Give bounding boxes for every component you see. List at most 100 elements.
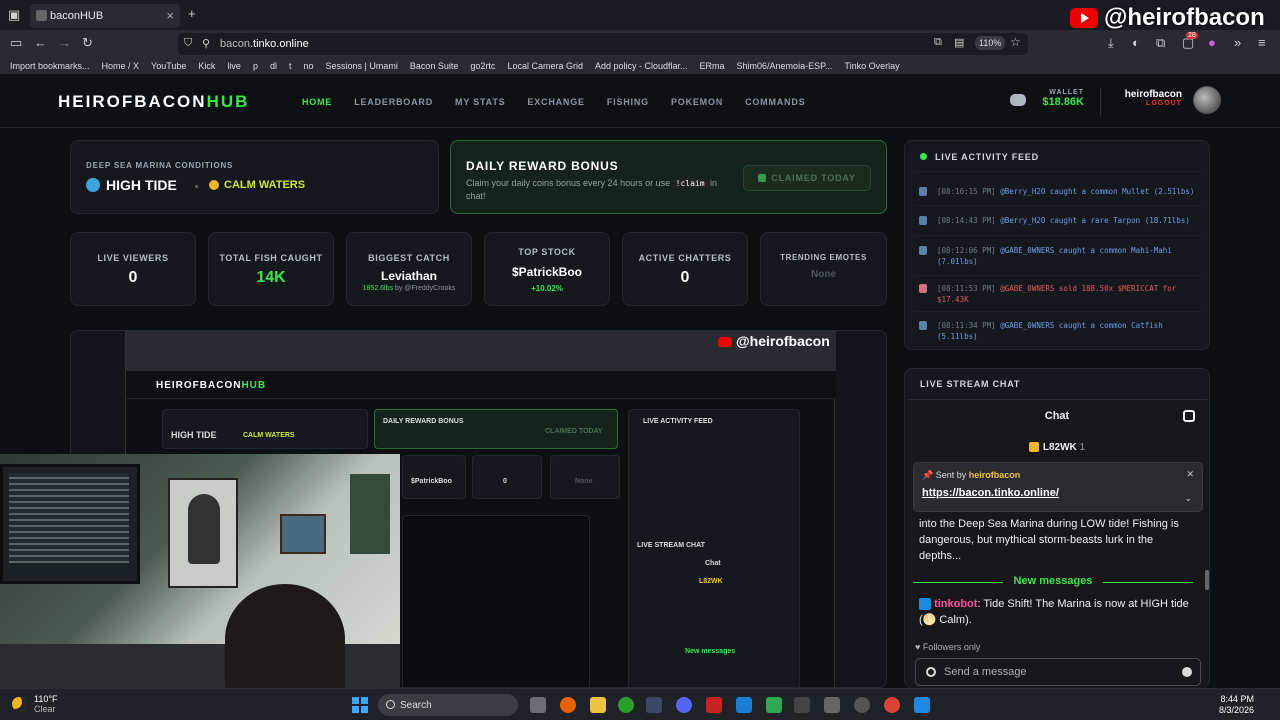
sidebar-toggle-icon[interactable]: ▭: [10, 35, 22, 51]
bookmark-folder[interactable]: p: [253, 61, 258, 71]
app-icon[interactable]: [706, 697, 722, 713]
nav-exchange[interactable]: EXCHANGE: [527, 97, 584, 107]
bookmark-item[interactable]: ERma: [700, 61, 725, 71]
nav-commands[interactable]: COMMANDS: [745, 97, 805, 107]
leaderboard-chip[interactable]: L82WK 1: [907, 442, 1207, 453]
temperature: 110°F: [34, 694, 58, 704]
nested-chat-title: LIVE STREAM CHAT: [637, 542, 705, 549]
xbox-icon[interactable]: [618, 697, 634, 713]
nav-pokemon[interactable]: POKEMON: [671, 97, 723, 107]
url-domain: tinko.online: [253, 38, 309, 50]
unpin-icon[interactable]: ✕: [1186, 469, 1194, 480]
stat-value: Leviathan: [380, 269, 437, 283]
bookmark-folder[interactable]: dl: [270, 61, 277, 71]
wallet: WALLET $18.86K: [1040, 89, 1084, 108]
chevron-down-icon[interactable]: ⌄: [1184, 493, 1192, 504]
steam-icon[interactable]: [646, 697, 662, 713]
stat-label: BIGGEST CATCH: [368, 253, 450, 263]
discord-icon[interactable]: [1010, 94, 1026, 106]
pinned-link[interactable]: https://bacon.tinko.online/: [922, 487, 1059, 499]
terminal-icon[interactable]: [794, 697, 810, 713]
close-tab-icon[interactable]: ×: [166, 8, 174, 23]
bookmark-item[interactable]: Bacon Suite: [410, 61, 459, 71]
nav-fishing[interactable]: FISHING: [607, 97, 649, 107]
webcam-picture-frame: [280, 514, 326, 554]
bookmark-item[interactable]: Home / X: [102, 61, 140, 71]
extensions-icon[interactable]: ⧉: [1156, 35, 1165, 51]
app-icon[interactable]: [824, 697, 840, 713]
new-messages-divider: New messages: [913, 575, 1193, 589]
play-app-icon[interactable]: [766, 697, 782, 713]
bookmark-item[interactable]: Shim06/Anemoia-ESP...: [737, 61, 833, 71]
youtube-logo-icon: [718, 337, 732, 348]
site-logo[interactable]: HEIROFBACONHUB: [58, 92, 249, 112]
menu-icon[interactable]: ≡: [1258, 35, 1266, 50]
webcam-monitor: [0, 464, 140, 584]
bookmark-item[interactable]: Kick: [198, 61, 215, 71]
avatar[interactable]: [1193, 86, 1221, 114]
stat-value: 14K: [256, 269, 286, 286]
nav-my-stats[interactable]: MY STATS: [455, 97, 505, 107]
users-icon[interactable]: [1183, 410, 1195, 422]
new-tab-icon[interactable]: +: [188, 6, 196, 21]
chat-scrollbar[interactable]: [1205, 570, 1209, 590]
task-view-icon[interactable]: [530, 697, 546, 713]
bookmark-folder[interactable]: no: [304, 61, 314, 71]
site-info-icon[interactable]: ⚲: [202, 37, 210, 50]
vscode-icon[interactable]: [736, 697, 752, 713]
stat-card: BIGGEST CATCH Leviathan 1852.6lbs by @Fr…: [346, 232, 472, 306]
taskbar-search[interactable]: Search: [378, 694, 518, 716]
address-bar[interactable]: ⛉ ⚲ bacon. tinko.online ⧉ ▤ 110% ☆: [178, 33, 1028, 55]
bookmark-folder[interactable]: live: [227, 61, 241, 71]
water-status: CALM WATERS: [209, 179, 305, 191]
browser-tab-baconhub[interactable]: baconHUB ×: [30, 4, 180, 28]
nested-top-stock: $PatrickBoo: [411, 478, 452, 485]
logout-link[interactable]: LOGOUT: [1110, 100, 1182, 107]
chat-input[interactable]: [944, 663, 1164, 681]
github-icon[interactable]: [854, 697, 870, 713]
bookmark-folder[interactable]: t: [289, 61, 292, 71]
notes-icon[interactable]: [914, 697, 930, 713]
windows-start-icon[interactable]: [352, 697, 368, 713]
zoom-level[interactable]: 110%: [975, 36, 1006, 50]
account-icon[interactable]: ◐: [1132, 35, 1140, 50]
bookmark-item[interactable]: Tinko Overlay: [844, 61, 899, 71]
send-message-box[interactable]: [915, 658, 1201, 686]
reload-icon[interactable]: ↻: [82, 35, 93, 51]
discord-app-icon[interactable]: [676, 697, 692, 713]
bookmark-item[interactable]: Add policy - Cloudflar...: [595, 61, 688, 71]
bookmark-item[interactable]: go2rtc: [470, 61, 495, 71]
downloads-icon[interactable]: ⤓: [1108, 35, 1114, 51]
forward-icon[interactable]: →: [58, 35, 71, 50]
profile-icon[interactable]: ●: [1208, 35, 1216, 50]
bookmark-star-icon[interactable]: ☆: [1010, 35, 1021, 49]
water-text: CALM WATERS: [224, 179, 306, 191]
nav-leaderboard[interactable]: LEADERBOARD: [354, 97, 433, 107]
system-clock[interactable]: 8:44 PM 8/3/2026: [1214, 694, 1254, 716]
claimed-today-button[interactable]: CLAIMED TODAY: [743, 165, 871, 191]
tide-status: HIGH TIDE: [86, 177, 177, 193]
nav-home[interactable]: HOME: [302, 97, 332, 107]
claim-command: !claim: [672, 179, 708, 188]
chrome-icon[interactable]: [884, 697, 900, 713]
bookmark-item[interactable]: Import bookmarks...: [10, 61, 90, 71]
tab-overview-icon[interactable]: ▣: [8, 7, 20, 23]
shield-icon[interactable]: ⛉: [184, 37, 192, 50]
weather-widget[interactable]: 110°F Clear: [12, 694, 57, 714]
screenshot-icon[interactable]: ⧉: [934, 36, 942, 49]
bookmark-item[interactable]: YouTube: [151, 61, 186, 71]
feed-time: [08:14:43 PM]: [937, 216, 996, 225]
bookmark-item[interactable]: Sessions | Umami: [326, 61, 398, 71]
back-icon[interactable]: ←: [34, 35, 47, 50]
claimed-label: CLAIMED TODAY: [771, 173, 856, 183]
new-messages-label: New messages: [913, 575, 1193, 587]
bookmark-item[interactable]: Local Camera Grid: [507, 61, 583, 71]
pinned-message[interactable]: 📌 Sent by heirofbacon https://bacon.tink…: [913, 462, 1203, 512]
firefox-icon[interactable]: [560, 697, 576, 713]
emoji-icon[interactable]: [1182, 667, 1192, 677]
chat-username[interactable]: tinkobot: [934, 598, 977, 610]
file-explorer-icon[interactable]: [590, 697, 606, 713]
feed-time: [08:11:34 PM]: [937, 321, 996, 330]
reader-view-icon[interactable]: ▤: [954, 36, 964, 49]
more-tools-icon[interactable]: »: [1234, 35, 1241, 50]
